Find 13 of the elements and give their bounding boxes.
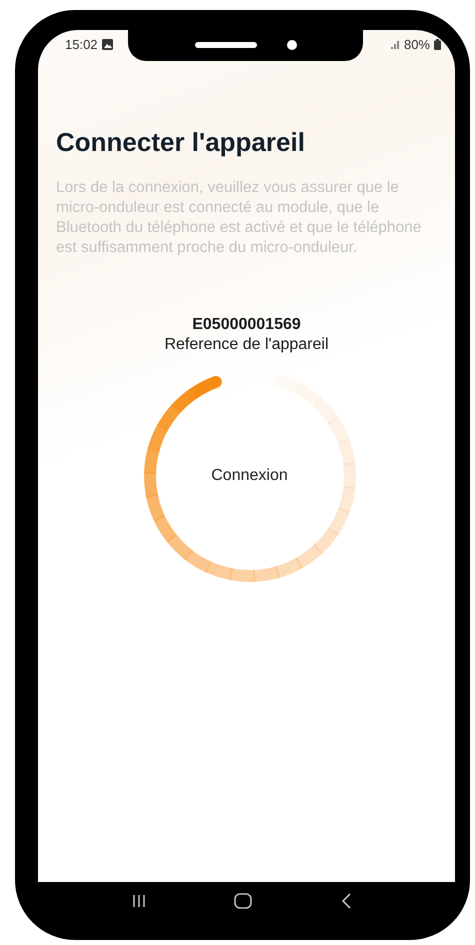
- page-title: Connecter l'appareil: [56, 127, 306, 158]
- instruction-text: Lors de la connexion, veuillez vous assurer que le micro-onduleur est connecté au module, que le Bluetooth du téléphone est activé et que le téléphone est suffisamment proche du micro-onduleur.: [56, 178, 422, 258]
- battery-percent: 80%: [404, 36, 430, 52]
- progress-label: Connexion: [211, 467, 288, 485]
- home-icon[interactable]: [234, 893, 252, 909]
- device-label: Reference de l'appareil: [164, 336, 329, 354]
- recent-apps-icon[interactable]: [132, 894, 146, 908]
- battery-icon: [434, 38, 441, 50]
- back-icon[interactable]: [340, 893, 351, 909]
- signal-icon: [390, 40, 400, 48]
- status-time: 15:02: [65, 36, 98, 52]
- gallery-icon: [102, 38, 113, 50]
- device-serial: E05000001569: [192, 316, 301, 334]
